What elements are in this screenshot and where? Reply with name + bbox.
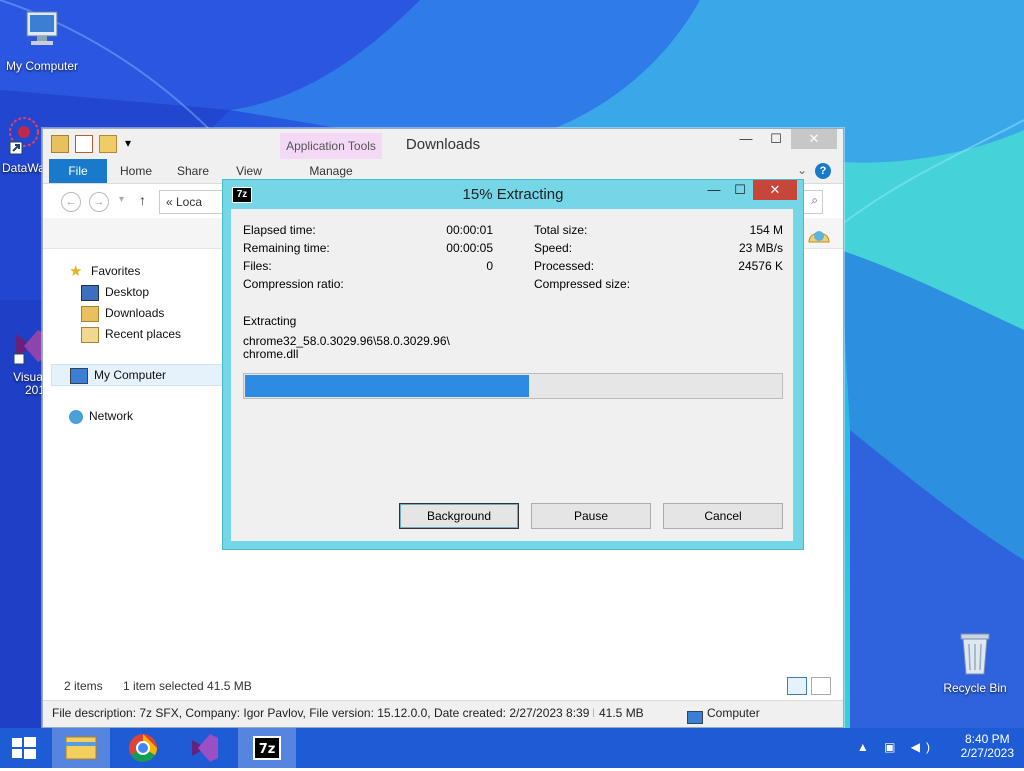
- taskbar-visual-studio[interactable]: [176, 728, 234, 768]
- window-title: Downloads: [405, 136, 481, 153]
- volume-icon[interactable]: ◀): [911, 740, 936, 754]
- visual-studio-icon: [192, 734, 218, 762]
- files-value: 0: [486, 259, 493, 273]
- dialog-window-controls: — ☐ ✕: [701, 180, 797, 200]
- window-controls: — ☐ ✕: [731, 129, 837, 149]
- my-computer-label: My Computer: [5, 59, 79, 73]
- clock-time: 8:40 PM: [964, 732, 1010, 746]
- compressed-size-label: Compressed size:: [534, 277, 631, 291]
- svg-text:7z: 7z: [259, 742, 276, 757]
- 7zip-icon: 7z: [253, 736, 281, 760]
- location-label: Computer: [707, 706, 760, 720]
- explorer-titlebar[interactable]: ▾ Application Tools Downloads — ☐ ✕: [43, 129, 843, 159]
- recycle-bin-desktop-icon[interactable]: Recycle Bin: [933, 630, 1017, 695]
- pause-button[interactable]: Pause: [531, 503, 651, 529]
- search-icon: ⌕: [811, 193, 818, 207]
- recent-places-icon: [81, 326, 99, 343]
- windows-logo-icon: [12, 737, 36, 759]
- processed-label: Processed:: [534, 259, 595, 273]
- maximize-button[interactable]: ☐: [761, 129, 791, 149]
- speed-label: Speed:: [534, 241, 573, 255]
- status-line: 2 items 1 item selected 41.5 MB: [43, 677, 843, 697]
- progress-fill: [245, 375, 529, 397]
- nav-desktop[interactable]: Desktop: [81, 282, 149, 302]
- dialog-close-button[interactable]: ✕: [753, 180, 797, 200]
- forward-button[interactable]: →: [89, 192, 109, 212]
- total-size-label: Total size:: [534, 223, 588, 237]
- recycle-bin-icon: [960, 633, 990, 675]
- remaining-time-label: Remaining time:: [243, 241, 330, 255]
- extraction-progress-bar: [243, 373, 783, 399]
- help-icon[interactable]: ?: [815, 163, 831, 179]
- dialog-body: Elapsed time: 00:00:01 Remaining time: 0…: [231, 209, 793, 541]
- taskbar-file-explorer[interactable]: [52, 728, 110, 768]
- nav-recent-places[interactable]: Recent places: [81, 324, 181, 344]
- cancel-button[interactable]: Cancel: [663, 503, 783, 529]
- background-button[interactable]: Background: [399, 503, 519, 529]
- file-explorer-icon: [65, 736, 97, 760]
- action-label: Extracting: [243, 314, 297, 328]
- view-buttons: [787, 677, 831, 695]
- show-hidden-icons-icon[interactable]: ▲: [857, 740, 875, 754]
- taskbar-7zip[interactable]: 7z: [238, 728, 296, 768]
- elapsed-time-label: Elapsed time:: [243, 223, 316, 237]
- clock[interactable]: 8:40 PM 2/27/2023: [961, 732, 1014, 760]
- current-path-line1: chrome32_58.0.3029.96\58.0.3029.96\: [243, 334, 450, 348]
- compression-ratio-label: Compression ratio:: [243, 277, 344, 291]
- details-view-button[interactable]: [787, 677, 807, 695]
- remaining-time-value: 00:00:05: [446, 241, 493, 255]
- computer-icon: [70, 367, 88, 384]
- extract-dialog: 7z 15% Extracting — ☐ ✕ Elapsed time: 00…: [222, 179, 804, 550]
- minimize-button[interactable]: —: [731, 129, 761, 149]
- start-button[interactable]: [0, 728, 48, 768]
- downloads-folder-icon: [81, 305, 99, 322]
- clock-date: 2/27/2023: [960, 746, 1014, 760]
- processed-value: 24576 K: [738, 259, 783, 273]
- recycle-bin-label: Recycle Bin: [943, 681, 1007, 695]
- tab-home[interactable]: Home: [113, 159, 159, 183]
- shell-icon: [808, 231, 830, 243]
- system-tray: ▲ ▣ ◀): [857, 740, 936, 754]
- datawarehouse-icon: [9, 117, 39, 155]
- item-count: 2 items: [64, 679, 103, 693]
- chrome-icon: [129, 734, 157, 762]
- back-button[interactable]: ←: [61, 192, 81, 212]
- dialog-minimize-button[interactable]: —: [701, 180, 727, 200]
- desktop-icon: [81, 284, 99, 301]
- current-path-line2: chrome.dll: [243, 347, 299, 361]
- nav-network[interactable]: Network: [69, 406, 133, 426]
- elapsed-time-value: 00:00:01: [446, 223, 493, 237]
- up-button[interactable]: ↑: [139, 192, 146, 208]
- file-description: File description: 7z SFX, Company: Igor …: [52, 706, 594, 720]
- network-status-icon[interactable]: ▣: [884, 740, 901, 754]
- star-icon: ★: [69, 262, 83, 280]
- speed-value: 23 MB/s: [738, 241, 783, 255]
- close-button[interactable]: ✕: [791, 129, 837, 149]
- dialog-maximize-button[interactable]: ☐: [727, 180, 753, 200]
- file-size: 41.5 MB: [599, 706, 644, 720]
- total-size-value: 154 M: [749, 223, 783, 237]
- nav-downloads[interactable]: Downloads: [81, 303, 164, 323]
- large-icons-view-button[interactable]: [811, 677, 831, 695]
- tab-file[interactable]: File: [49, 159, 107, 183]
- recent-locations-icon[interactable]: ▾: [119, 194, 124, 205]
- taskbar-chrome[interactable]: [114, 728, 172, 768]
- nav-favorites[interactable]: ★ Favorites: [69, 261, 140, 281]
- computer-icon: [26, 11, 58, 45]
- ribbon-expand-icon[interactable]: ⌄: [797, 163, 807, 177]
- files-label: Files:: [243, 259, 272, 273]
- my-computer-desktop-icon[interactable]: My Computer: [0, 8, 84, 73]
- network-icon: [69, 409, 83, 424]
- selection-info: 1 item selected 41.5 MB: [123, 679, 252, 693]
- nav-my-computer[interactable]: My Computer: [51, 364, 225, 386]
- details-bar: File description: 7z SFX, Company: Igor …: [43, 700, 843, 727]
- taskbar: 7z ▲ ▣ ◀) 8:40 PM 2/27/2023: [0, 728, 1024, 768]
- tab-share[interactable]: Share: [169, 159, 217, 183]
